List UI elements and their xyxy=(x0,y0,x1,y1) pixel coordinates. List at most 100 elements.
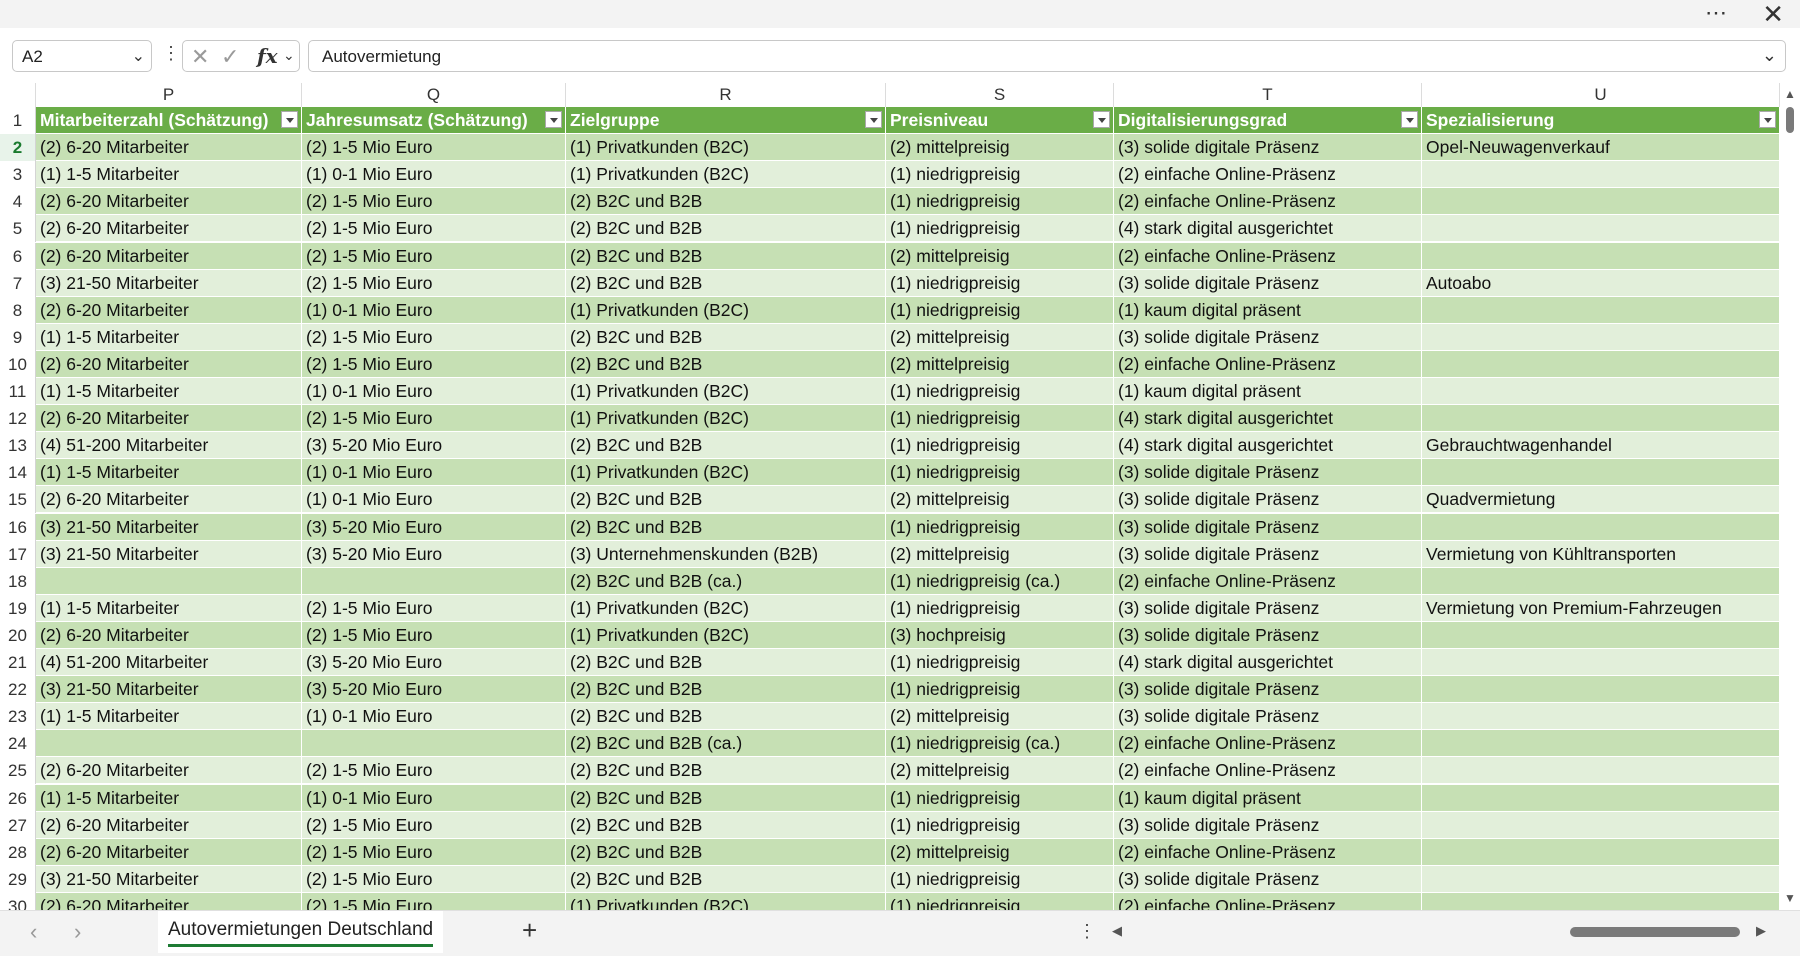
vertical-scrollbar[interactable]: ▲ ▼ xyxy=(1780,83,1800,910)
table-cell[interactable] xyxy=(1422,459,1780,487)
table-cell[interactable]: (1) kaum digital präsent xyxy=(1114,296,1422,324)
table-cell[interactable]: (2) 6-20 Mitarbeiter xyxy=(36,892,302,910)
vertical-dots-icon[interactable]: ⋮ xyxy=(162,44,180,62)
table-cell[interactable]: (2) einfache Online-Präsenz xyxy=(1114,161,1422,189)
row-number[interactable]: 19 xyxy=(0,594,36,622)
vertical-scroll-thumb[interactable] xyxy=(1786,107,1794,133)
table-cell[interactable]: (2) 1-5 Mio Euro xyxy=(302,242,566,270)
table-cell[interactable]: (2) 1-5 Mio Euro xyxy=(302,838,566,866)
table-cell[interactable]: (2) 1-5 Mio Euro xyxy=(302,269,566,297)
more-horizontal-icon[interactable]: ⋯ xyxy=(1705,2,1728,24)
formula-input[interactable]: Autovermietung ⌄ xyxy=(308,40,1786,72)
table-cell[interactable]: (1) 1-5 Mitarbeiter xyxy=(36,161,302,189)
row-number[interactable]: 6 xyxy=(0,242,36,270)
table-cell[interactable]: (3) solide digitale Präsenz xyxy=(1114,513,1422,541)
table-cell[interactable]: (3) solide digitale Präsenz xyxy=(1114,269,1422,297)
table-cell[interactable]: (3) 5-20 Mio Euro xyxy=(302,649,566,676)
table-cell[interactable]: (2) 1-5 Mio Euro xyxy=(302,757,566,785)
table-cell[interactable]: (2) einfache Online-Präsenz xyxy=(1114,567,1422,595)
table-cell[interactable] xyxy=(1422,676,1780,704)
horizontal-scrollbar[interactable] xyxy=(1130,927,1750,939)
table-cell[interactable]: (1) 0-1 Mio Euro xyxy=(302,486,566,514)
table-cell[interactable]: (2) einfache Online-Präsenz xyxy=(1114,188,1422,216)
table-cell[interactable]: (2) 1-5 Mio Euro xyxy=(302,594,566,622)
table-cell[interactable]: (1) niedrigpreisig xyxy=(886,432,1114,460)
enter-formula-icon[interactable]: ✓ xyxy=(221,44,239,70)
table-cell[interactable]: (2) 1-5 Mio Euro xyxy=(302,405,566,433)
table-cell[interactable]: (2) einfache Online-Präsenz xyxy=(1114,892,1422,910)
table-cell[interactable]: (1) niedrigpreisig xyxy=(886,378,1114,405)
table-cell[interactable]: (3) 21-50 Mitarbeiter xyxy=(36,540,302,568)
table-cell[interactable]: (1) Privatkunden (B2C) xyxy=(566,161,886,189)
row-number[interactable]: 1 xyxy=(0,107,36,134)
filter-dropdown-icon[interactable] xyxy=(281,111,298,128)
table-cell[interactable] xyxy=(1422,892,1780,910)
table-cell[interactable]: (1) niedrigpreisig xyxy=(886,188,1114,216)
table-cell[interactable]: (1) Privatkunden (B2C) xyxy=(566,134,886,162)
table-cell[interactable]: (1) Privatkunden (B2C) xyxy=(566,459,886,487)
table-cell[interactable]: (3) solide digitale Präsenz xyxy=(1114,703,1422,731)
table-cell[interactable]: (2) mittelpreisig xyxy=(886,703,1114,731)
table-cell[interactable] xyxy=(302,567,566,595)
add-sheet-icon[interactable]: + xyxy=(522,915,537,946)
table-cell[interactable] xyxy=(1422,784,1780,812)
row-number[interactable]: 23 xyxy=(0,703,36,731)
previous-sheet-icon[interactable]: ‹ xyxy=(30,919,37,945)
table-cell[interactable]: (1) niedrigpreisig xyxy=(886,649,1114,676)
table-cell[interactable] xyxy=(1422,757,1780,785)
table-cell[interactable]: (2) 6-20 Mitarbeiter xyxy=(36,486,302,514)
table-cell[interactable]: (1) niedrigpreisig xyxy=(886,865,1114,893)
row-number[interactable]: 14 xyxy=(0,459,36,487)
table-cell[interactable]: (4) stark digital ausgerichtet xyxy=(1114,215,1422,243)
row-number[interactable]: 10 xyxy=(0,350,36,378)
table-cell[interactable]: (1) kaum digital präsent xyxy=(1114,378,1422,405)
table-cell[interactable]: (4) 51-200 Mitarbeiter xyxy=(36,432,302,460)
table-cell[interactable]: (1) 1-5 Mitarbeiter xyxy=(36,323,302,351)
table-cell[interactable] xyxy=(1422,215,1780,243)
table-cell[interactable]: (1) 1-5 Mitarbeiter xyxy=(36,378,302,405)
row-number[interactable]: 4 xyxy=(0,188,36,216)
table-cell[interactable]: (1) niedrigpreisig xyxy=(886,513,1114,541)
expand-formula-icon[interactable]: ⌄ xyxy=(1762,45,1777,66)
table-cell[interactable]: (2) B2C und B2B xyxy=(566,215,886,243)
table-cell[interactable]: (1) niedrigpreisig xyxy=(886,594,1114,622)
table-cell[interactable]: (1) niedrigpreisig (ca.) xyxy=(886,730,1114,758)
table-cell[interactable]: (3) 5-20 Mio Euro xyxy=(302,513,566,541)
row-number[interactable]: 2 xyxy=(0,134,36,162)
table-cell[interactable]: (4) 51-200 Mitarbeiter xyxy=(36,649,302,676)
table-cell[interactable]: (2) 1-5 Mio Euro xyxy=(302,621,566,649)
table-cell[interactable] xyxy=(1422,649,1780,676)
row-number[interactable]: 5 xyxy=(0,215,36,243)
table-cell[interactable]: (2) B2C und B2B xyxy=(566,703,886,731)
table-cell[interactable]: (1) kaum digital präsent xyxy=(1114,784,1422,812)
table-cell[interactable]: (2) B2C und B2B xyxy=(566,838,886,866)
table-cell[interactable]: (3) 5-20 Mio Euro xyxy=(302,540,566,568)
row-number[interactable]: 11 xyxy=(0,378,36,405)
table-cell[interactable]: (1) 0-1 Mio Euro xyxy=(302,378,566,405)
row-number[interactable]: 22 xyxy=(0,676,36,704)
table-cell[interactable]: (2) 6-20 Mitarbeiter xyxy=(36,811,302,839)
table-cell[interactable]: (1) niedrigpreisig xyxy=(886,784,1114,812)
table-cell[interactable]: (2) mittelpreisig xyxy=(886,350,1114,378)
row-number[interactable]: 21 xyxy=(0,649,36,676)
table-cell[interactable] xyxy=(36,567,302,595)
table-cell[interactable]: (3) solide digitale Präsenz xyxy=(1114,540,1422,568)
filter-dropdown-icon[interactable] xyxy=(1093,111,1110,128)
table-cell[interactable]: (3) 21-50 Mitarbeiter xyxy=(36,676,302,704)
header-cell[interactable]: Preisniveau xyxy=(886,107,1114,134)
table-cell[interactable]: (3) hochpreisig xyxy=(886,621,1114,649)
horizontal-scroll-thumb[interactable] xyxy=(1570,927,1740,937)
table-cell[interactable]: Opel-Neuwagenverkauf xyxy=(1422,134,1780,162)
table-cell[interactable]: (2) mittelpreisig xyxy=(886,486,1114,514)
table-cell[interactable]: (1) Privatkunden (B2C) xyxy=(566,621,886,649)
row-number[interactable]: 28 xyxy=(0,838,36,866)
table-cell[interactable]: (3) solide digitale Präsenz xyxy=(1114,459,1422,487)
table-cell[interactable]: (2) B2C und B2B xyxy=(566,323,886,351)
row-number[interactable]: 13 xyxy=(0,432,36,460)
table-cell[interactable]: Autoabo xyxy=(1422,269,1780,297)
column-header-s[interactable]: S xyxy=(886,83,1114,107)
column-header-t[interactable]: T xyxy=(1114,83,1422,107)
sheet-tab-active[interactable]: Autovermietungen Deutschland xyxy=(158,911,444,953)
chevron-down-icon[interactable]: ⌄ xyxy=(132,46,145,66)
spreadsheet-grid[interactable]: PQRSTU 1 Mitarbeiterzahl (Schätzung) Jahre… xyxy=(0,83,1780,910)
